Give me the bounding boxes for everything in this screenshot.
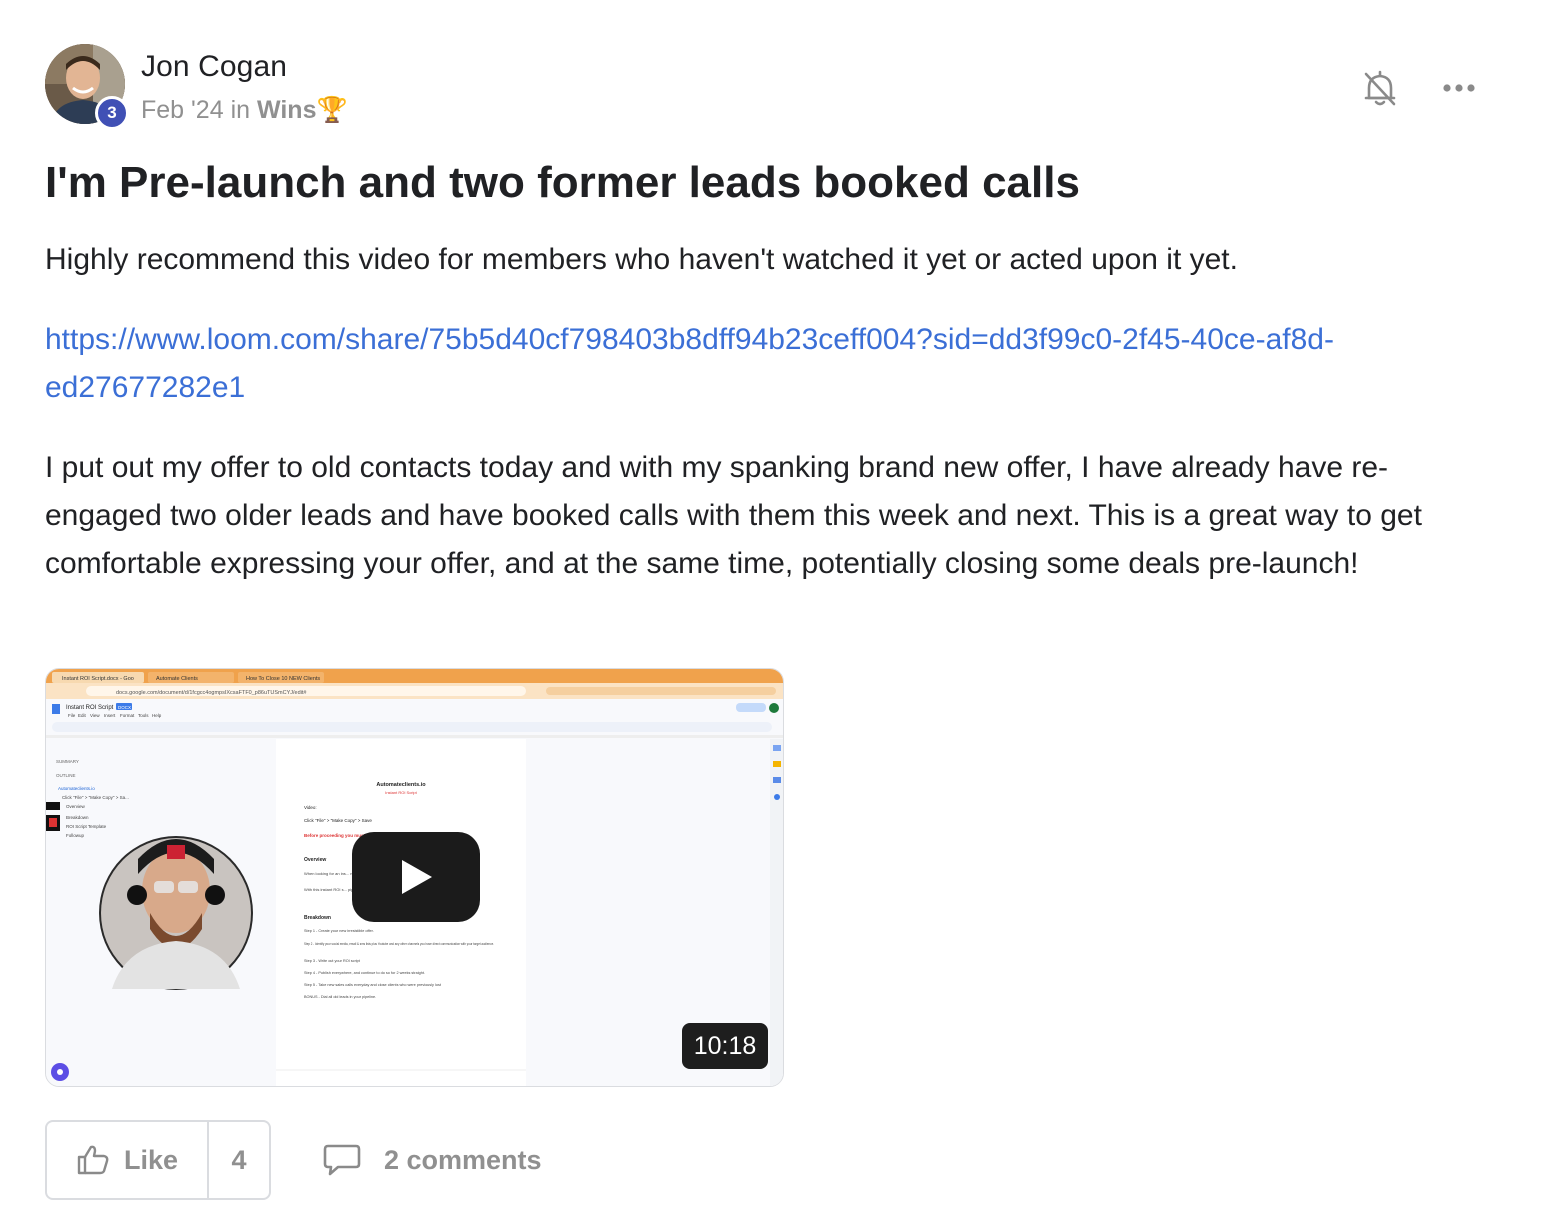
like-label: Like [123,1144,179,1175]
doc-menu-file: File [68,713,76,718]
doc-menu-format: Format [120,713,135,718]
post-paragraph-2: I put out my offer to old contacts today… [45,451,1422,580]
doc-menu-help: Help [152,713,162,718]
more-horizontal-icon [1443,84,1475,92]
doc-menu-insert: Insert [104,713,116,718]
outline-item-4: Breakdown [66,815,89,820]
loom-link[interactable]: https://www.loom.com/share/75b5d40cf7984… [45,316,1495,412]
doc-step-bonus: BONUS - Dial all old leads in your pipel… [304,995,376,999]
comments-button[interactable]: 2 comments [322,1138,542,1182]
browser-tab-3: How To Close 10 NEW Clients [246,676,320,682]
more-options-button[interactable] [1436,70,1482,106]
comment-icon [323,1144,361,1176]
doc-menu-edit: Edit [78,713,87,718]
post-date: Feb '24 [141,96,224,124]
doc-menu-view: View [90,713,100,718]
play-button[interactable] [352,832,480,922]
post-title: I'm Pre-launch and two former leads book… [45,158,1080,207]
doc-step-5: Step 5 - Take new sales calls everyday a… [304,983,442,987]
post-paragraph-1: Highly recommend this video for members … [45,243,1238,276]
doc-menu-tools: Tools [138,713,149,718]
doc-overview: Overview [304,857,326,863]
outline-header: OUTLINE [56,773,76,778]
bell-off-icon [1364,70,1396,106]
doc-heading: Automateclients.io [376,782,426,788]
doc-video-label: Video: [304,805,317,810]
doc-badge: DOCX [118,705,131,710]
post-meta: Feb '24 in Wins🏆 [141,96,348,125]
doc-subheading: Instant ROI Script [385,790,417,795]
post-card: 3 Jon Cogan Feb '24 in Wins🏆 I'm Pre-lau… [0,0,1546,1228]
outline-item-3: Overview [66,804,86,809]
outline-item-2: Click "File" > "Make Copy" > Sa... [62,795,129,800]
post-meta-in: in [230,96,251,124]
notifications-off-button[interactable] [1358,66,1402,110]
doc-step-2: Step 2 - Identify your social media, ema… [304,942,494,946]
like-group: Like 4 [45,1120,271,1200]
doc-step-1: Step 1 - Create your new irresistible of… [304,929,374,933]
doc-step-3: Step 3 - Write out your ROI script [304,959,361,963]
outline-item-6: Followup [66,833,85,838]
doc-breakdown: Breakdown [304,915,331,921]
doc-copy-line: Click "File" > "Make Copy" > Save [304,818,372,823]
video-duration: 10:18 [682,1023,768,1069]
like-button[interactable]: Like [47,1122,209,1198]
like-count[interactable]: 4 [209,1122,269,1198]
doc-name: Instant ROI Script [66,705,114,711]
author-name[interactable]: Jon Cogan [141,50,287,84]
trophy-icon: 🏆 [316,96,348,124]
author-avatar-wrapper[interactable]: 3 [45,44,129,130]
comments-label: 2 comments [384,1144,542,1175]
outline-item-1: Automateclients.io [58,786,95,791]
thumbs-up-icon [77,1145,109,1175]
outline-item-5: ROI Script Template [66,824,107,829]
video-embed[interactable]: Instant ROI Script.docx - Goo Automate C… [45,668,784,1087]
level-badge: 3 [95,96,129,130]
doc-step-4: Step 4 - Publish everywhere, and continu… [304,971,425,975]
browser-tab-1: Instant ROI Script.docx - Goo [62,676,134,682]
browser-tab-2: Automate Clients [156,676,198,682]
browser-address-bar: docs.google.com/document/d/1fcgcc4ogmpsI… [116,690,307,696]
category-link[interactable]: Wins [257,96,317,124]
outline-summary: SUMMARY [56,759,79,764]
play-icon [402,860,432,894]
